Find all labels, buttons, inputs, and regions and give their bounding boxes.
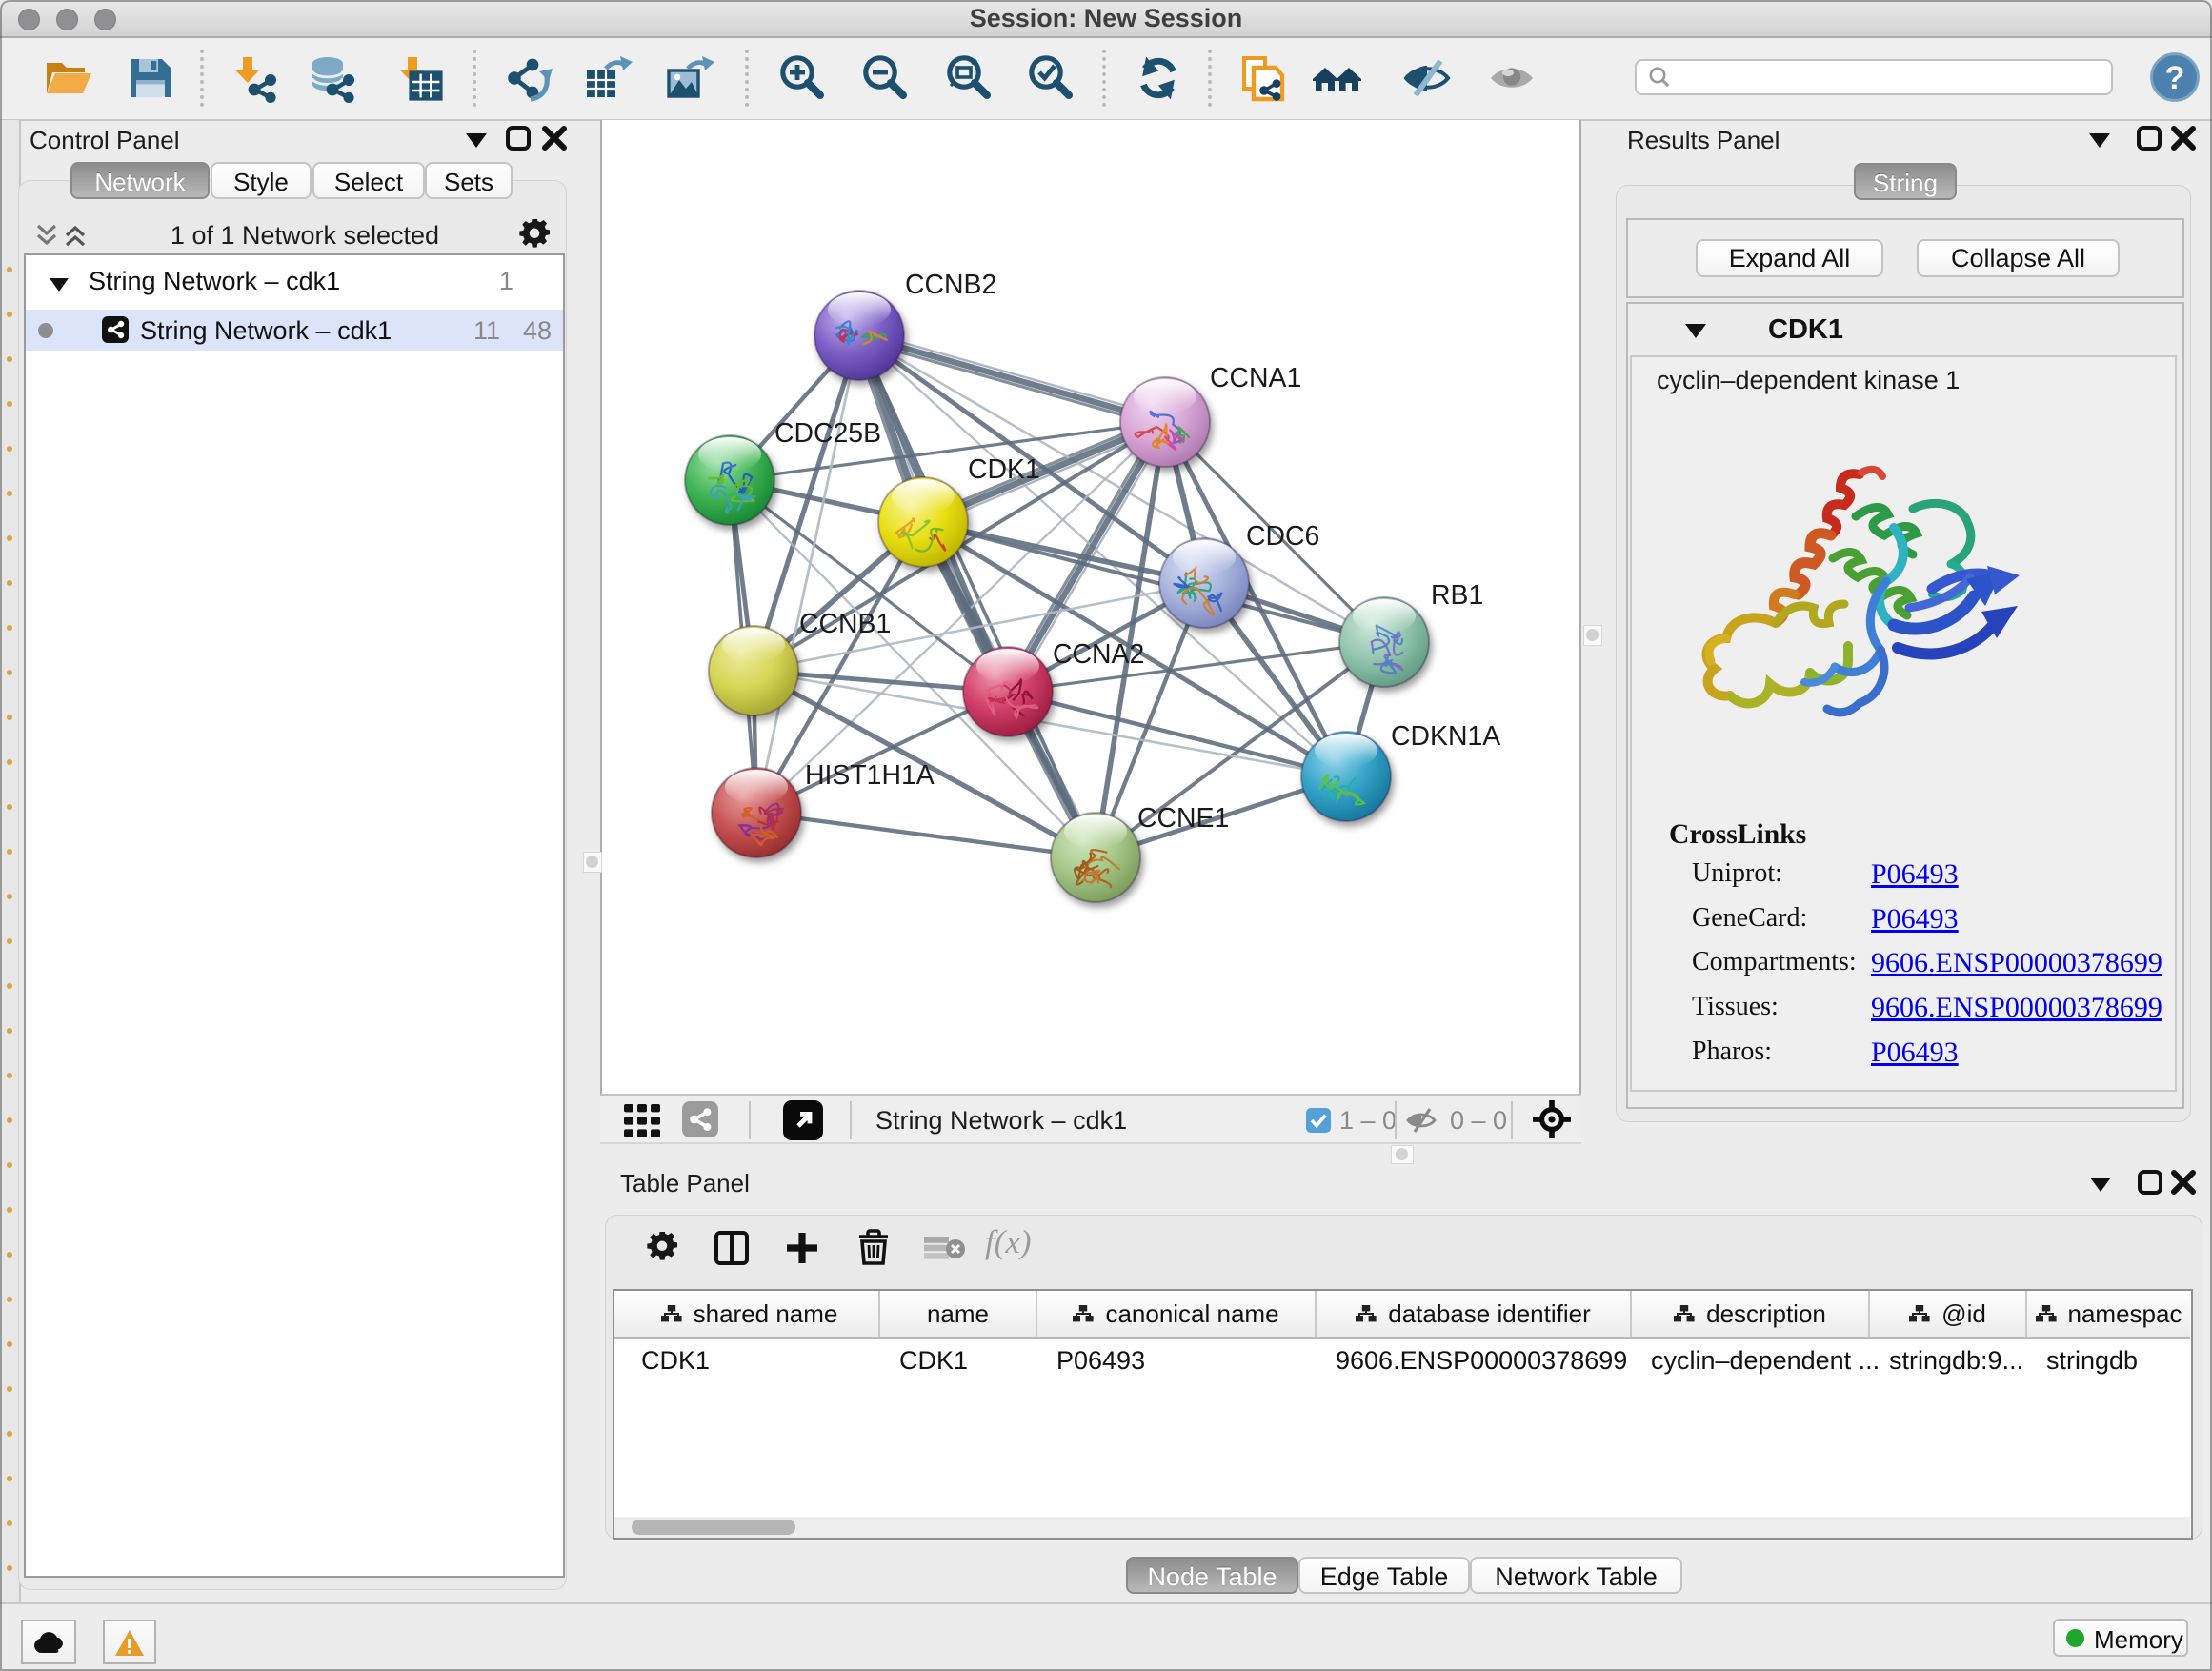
svg-text:?: ? <box>2165 60 2185 96</box>
svg-text:CCNA1: CCNA1 <box>1210 363 1301 393</box>
svg-text:CDKN1A: CDKN1A <box>1391 721 1500 752</box>
svg-text:RB1: RB1 <box>1431 580 1483 611</box>
svg-text:CCNB1: CCNB1 <box>799 609 891 639</box>
svg-text:CDC6: CDC6 <box>1246 521 1319 552</box>
svg-text:CDK1: CDK1 <box>968 454 1040 485</box>
svg-text:CCNE1: CCNE1 <box>1137 803 1229 834</box>
svg-text:CDC25B: CDC25B <box>774 418 881 449</box>
svg-text:CCNB2: CCNB2 <box>905 270 996 300</box>
svg-text:CCNA2: CCNA2 <box>1053 639 1144 670</box>
svg-text:HIST1H1A: HIST1H1A <box>805 760 935 791</box>
